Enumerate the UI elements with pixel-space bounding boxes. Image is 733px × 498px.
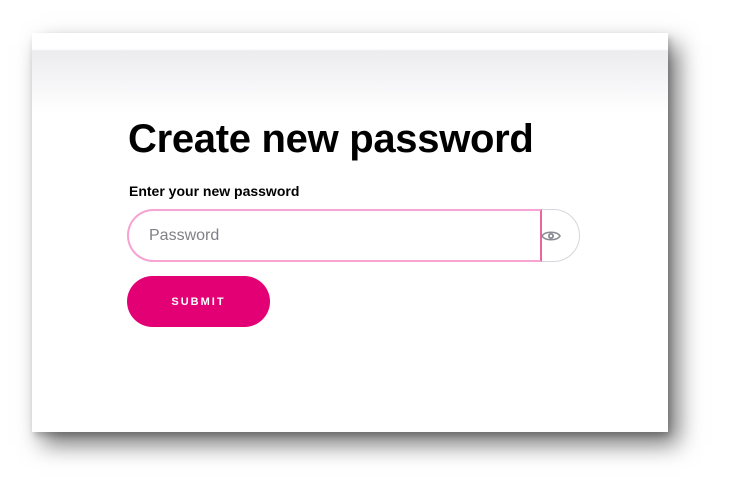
- password-field-label: Enter your new password: [129, 183, 300, 199]
- password-field-wrapper: [127, 209, 580, 262]
- submit-button[interactable]: SUBMIT: [127, 276, 270, 327]
- header-band: [32, 33, 668, 113]
- eye-icon[interactable]: [538, 223, 564, 249]
- create-password-card: Create new password Enter your new passw…: [32, 33, 668, 432]
- password-input[interactable]: [127, 209, 542, 262]
- page-title: Create new password: [128, 117, 534, 161]
